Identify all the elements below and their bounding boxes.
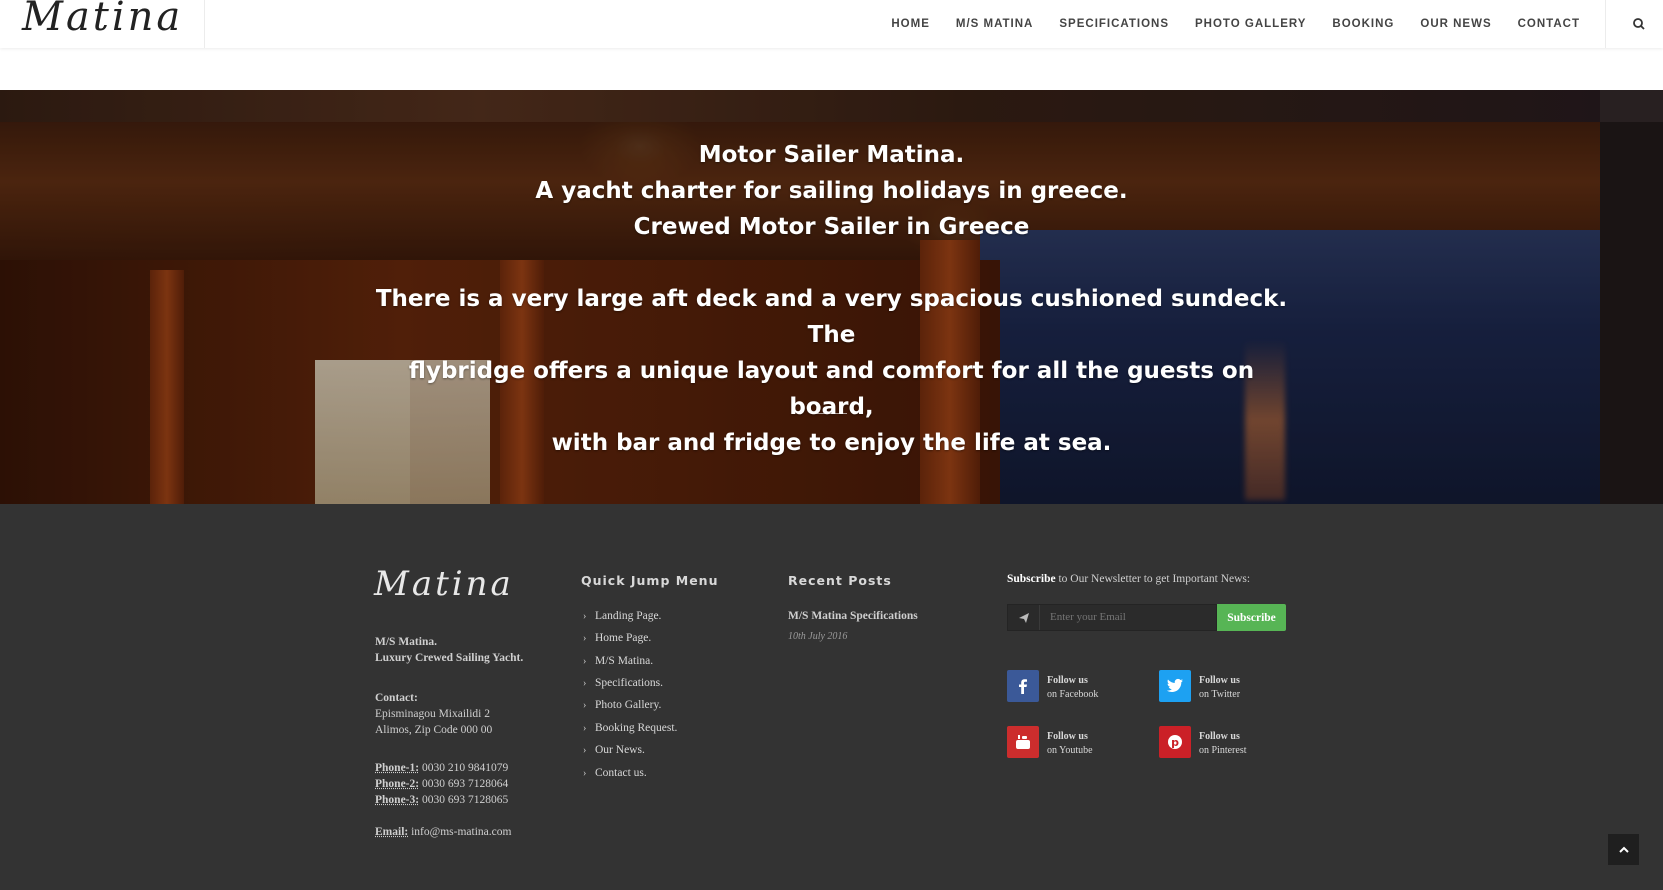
chevron-right-icon: › (583, 656, 587, 667)
email-input[interactable] (1050, 611, 1210, 623)
phone-3: Phone-3: 0030 693 7128065 (375, 792, 508, 808)
newsletter-field (1007, 604, 1217, 631)
twitter-icon (1159, 670, 1191, 702)
nav-divider (1605, 0, 1606, 48)
recent-posts-title: Recent Posts (788, 573, 892, 588)
site-footer: Matina M/S Matina. Luxury Crewed Sailing… (0, 504, 1663, 890)
youtube-icon (1007, 726, 1039, 758)
quick-jump-title: Quick Jump Menu (581, 573, 719, 588)
nav-home[interactable]: HOME (891, 18, 930, 30)
hero-title-line: Crewed Motor Sailer in Greece (633, 214, 1030, 240)
hero-desc-line: flybridge offers a unique layout and com… (408, 358, 1255, 420)
chevron-right-icon: › (583, 745, 587, 756)
phone-label: Phone-2: (375, 778, 420, 790)
search-button[interactable] (1629, 14, 1649, 34)
quick-jump-item[interactable]: › Our News. (583, 744, 645, 756)
recent-post-date: 10th July 2016 (788, 631, 848, 642)
social-twitter[interactable]: Follow us on Twitter (1159, 670, 1299, 704)
hero-divider (815, 413, 847, 414)
quick-jump-item[interactable]: › Booking Request. (583, 722, 677, 734)
newsletter-text: Subscribe to Our Newsletter to get Impor… (1007, 573, 1251, 585)
social-youtube[interactable]: Follow us on Youtube (1007, 726, 1147, 760)
nav-booking[interactable]: BOOKING (1332, 18, 1394, 30)
nav-contact[interactable]: CONTACT (1518, 18, 1580, 30)
email-label: Email: (375, 826, 409, 838)
contact-label: Contact: (375, 692, 418, 704)
hero-title-line: Motor Sailer Matina. (698, 142, 965, 168)
header-spacer (0, 48, 1663, 90)
email-link[interactable]: info@ms-matina.com (411, 826, 511, 838)
nav-our-news[interactable]: OUR NEWS (1420, 18, 1491, 30)
main-nav: HOME M/S MATINA SPECIFICATIONS PHOTO GAL… (865, 0, 1580, 48)
svg-text:p: p (1171, 736, 1179, 749)
phone-label: Phone-1: (375, 762, 420, 774)
quick-jump-item[interactable]: › Landing Page. (583, 610, 661, 622)
chevron-right-icon: › (583, 723, 587, 734)
phone-2: Phone-2: 0030 693 7128064 (375, 776, 508, 792)
company-tagline: Luxury Crewed Sailing Yacht. (375, 652, 524, 664)
logo-box[interactable]: Matina (0, 0, 205, 48)
facebook-icon (1007, 670, 1039, 702)
company-name: M/S Matina. (375, 636, 437, 648)
hero-desc-line: with bar and fridge to enjoy the life at… (551, 430, 1112, 456)
chevron-right-icon: › (583, 678, 587, 689)
chevron-up-icon (1618, 846, 1629, 853)
nav-photo-gallery[interactable]: PHOTO GALLERY (1195, 18, 1306, 30)
phone-1: Phone-1: 0030 210 9841079 (375, 760, 508, 776)
footer-logo[interactable]: Matina (374, 564, 514, 604)
quick-jump-item[interactable]: › Contact us. (583, 767, 647, 779)
address-line: Episminagou Mixailidi 2 (375, 708, 490, 720)
quick-jump-item[interactable]: › Home Page. (583, 632, 651, 644)
recent-post-link[interactable]: M/S Matina Specifications (788, 610, 918, 622)
email-row: Email: info@ms-matina.com (375, 824, 511, 840)
hero-title: Motor Sailer Matina. A yacht charter for… (0, 137, 1663, 245)
back-to-top-button[interactable] (1608, 834, 1639, 865)
chevron-right-icon: › (583, 700, 587, 711)
site-header: Matina HOME M/S MATINA SPECIFICATIONS PH… (0, 0, 1663, 48)
hero-description: There is a very large aft deck and a ver… (370, 281, 1293, 461)
phone-value[interactable]: 0030 210 9841079 (422, 762, 508, 774)
quick-jump-item[interactable]: › M/S Matina. (583, 655, 653, 667)
address-line: Alimos, Zip Code 000 00 (375, 724, 493, 736)
chevron-right-icon: › (583, 611, 587, 622)
pinterest-icon: p (1159, 726, 1191, 758)
phone-label: Phone-3: (375, 794, 420, 806)
hero-title-line: A yacht charter for sailing holidays in … (535, 178, 1128, 204)
nav-ms-matina[interactable]: M/S MATINA (956, 18, 1034, 30)
quick-jump-item[interactable]: › Specifications. (583, 677, 663, 689)
social-pinterest[interactable]: p Follow us on Pinterest (1159, 726, 1299, 760)
site-logo[interactable]: Matina (22, 0, 183, 40)
phone-value[interactable]: 0030 693 7128064 (422, 778, 508, 790)
social-facebook[interactable]: Follow us on Facebook (1007, 670, 1147, 704)
subscribe-button[interactable]: Subscribe (1217, 604, 1286, 631)
chevron-right-icon: › (583, 768, 587, 779)
phone-value[interactable]: 0030 693 7128065 (422, 794, 508, 806)
nav-specifications[interactable]: SPECIFICATIONS (1059, 18, 1169, 30)
chevron-right-icon: › (583, 633, 587, 644)
quick-jump-item[interactable]: › Photo Gallery. (583, 699, 661, 711)
paper-plane-icon (1008, 605, 1040, 630)
search-icon (1633, 18, 1645, 30)
hero-desc-line: There is a very large aft deck and a ver… (375, 286, 1288, 348)
